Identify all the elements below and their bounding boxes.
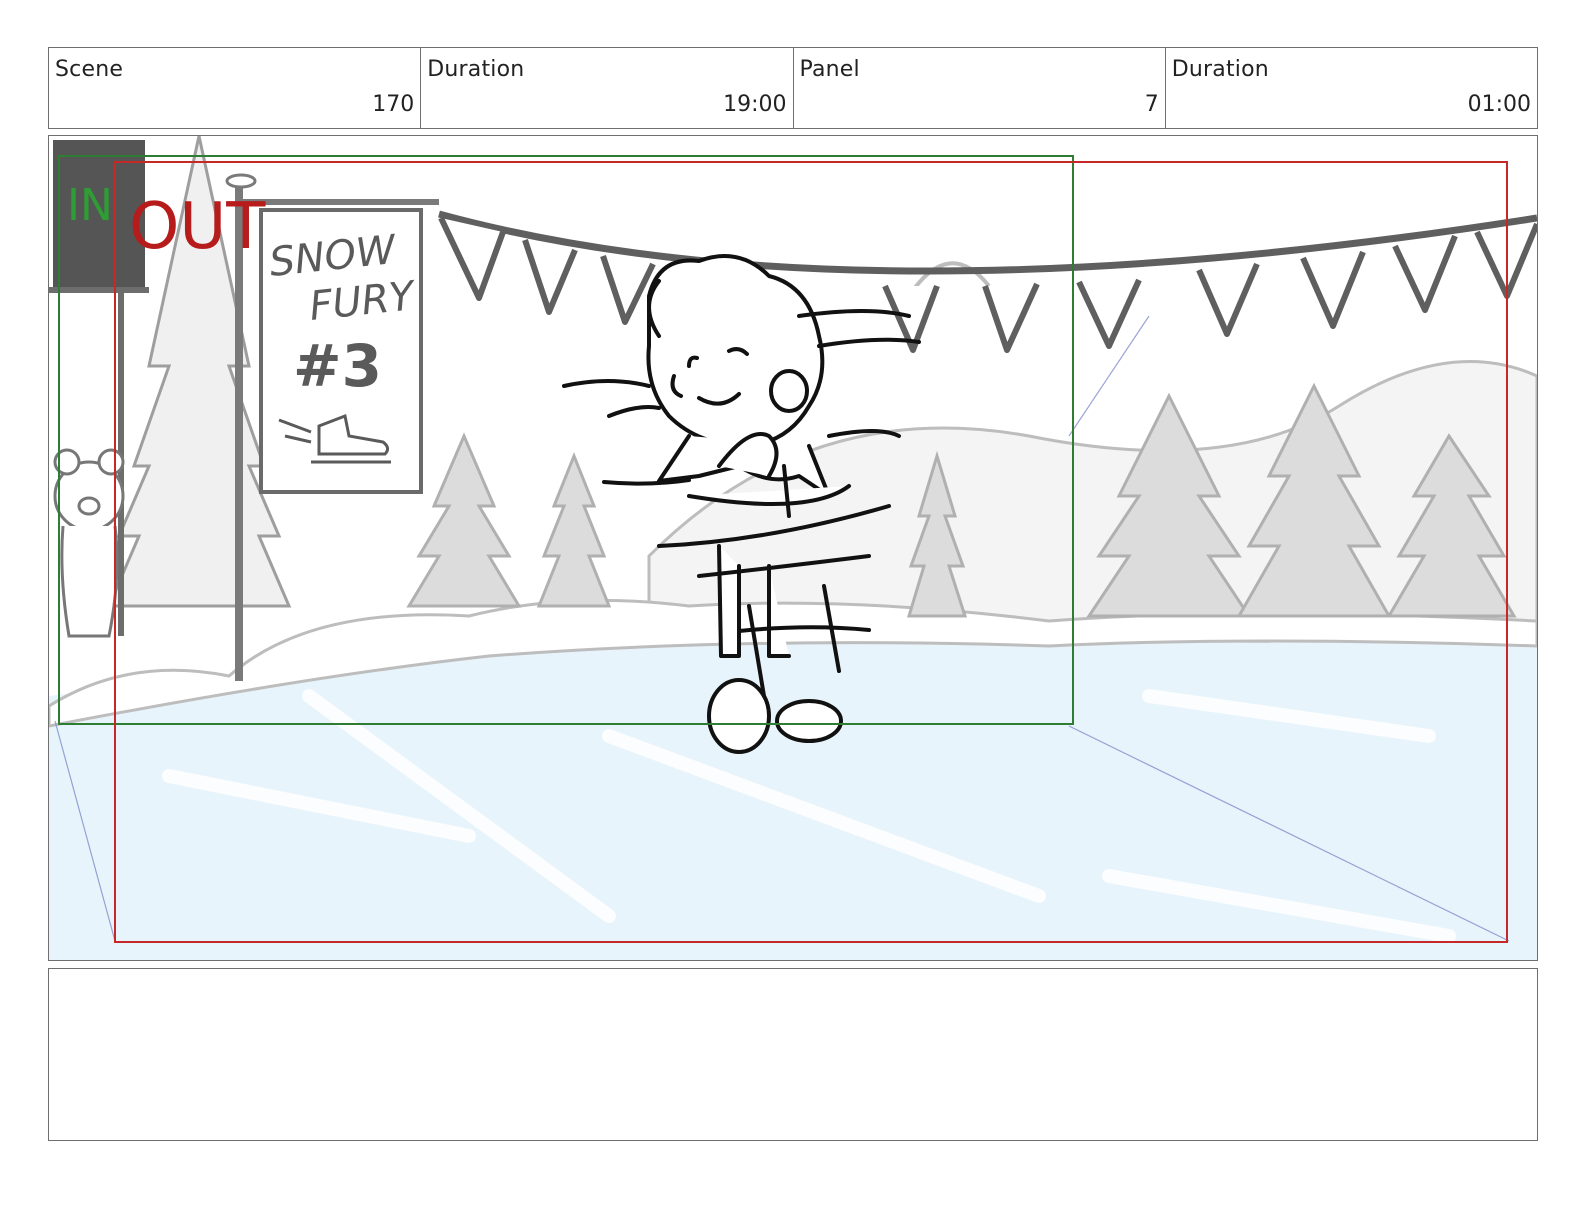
panel-duration-value: 01:00: [1467, 92, 1531, 117]
panel-duration-cell: Duration 01:00: [1166, 48, 1537, 128]
panel-number: 7: [1144, 92, 1159, 117]
panel-sketch: SNOW FURY #3 IN OUT: [49, 136, 1537, 960]
panel-label: Panel: [799, 57, 860, 82]
scene-cell: Scene 170: [49, 48, 422, 128]
panel-notes-area[interactable]: [48, 968, 1538, 1141]
scene-label: Scene: [55, 57, 124, 82]
scene-duration-cell: Duration 19:00: [421, 48, 794, 128]
bear-figure: [53, 448, 125, 638]
storyboard-panel-image: SNOW FURY #3 IN OUT: [48, 135, 1538, 961]
in-frame-label: IN: [67, 180, 113, 231]
banner-text-line3: #3: [293, 332, 382, 400]
storyboard-header: Scene 170 Duration 19:00 Panel 7 Duratio…: [48, 47, 1538, 129]
out-frame-label: OUT: [129, 190, 266, 264]
scene-number: 170: [372, 92, 415, 117]
panel-duration-label: Duration: [1171, 57, 1269, 82]
scene-duration-value: 19:00: [723, 92, 787, 117]
scene-duration-label: Duration: [427, 57, 525, 82]
panel-cell: Panel 7: [794, 48, 1166, 128]
